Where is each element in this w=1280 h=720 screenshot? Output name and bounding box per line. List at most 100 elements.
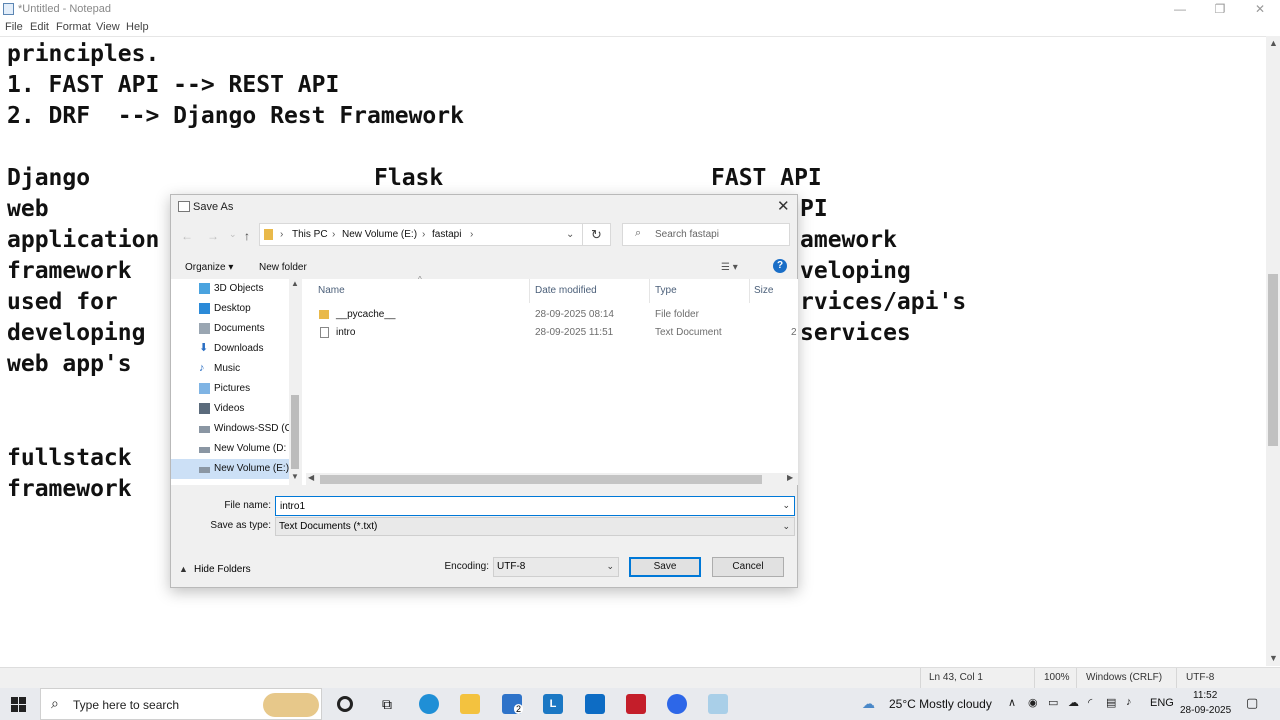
back-arrow-icon[interactable]: ← xyxy=(181,229,193,243)
dialog-close-icon[interactable]: ✕ xyxy=(777,197,790,215)
breadcrumb-this-pc[interactable]: This PC xyxy=(292,229,328,240)
nav-item-windows-ssd[interactable]: Windows-SSD (C xyxy=(171,419,290,439)
documents-icon xyxy=(199,323,210,334)
editor-line: developing xyxy=(7,320,146,346)
address-dropdown-icon[interactable]: ⌄ xyxy=(566,229,574,240)
network-icon[interactable]: ▤ xyxy=(1106,696,1116,709)
outlook-icon[interactable] xyxy=(585,694,605,714)
notification-icon[interactable]: ▢ xyxy=(1246,695,1258,711)
file-row[interactable]: intro 28-09-2025 11:51 Text Document 2 xyxy=(302,324,798,342)
file-name-input[interactable] xyxy=(276,497,766,515)
column-name[interactable]: Name xyxy=(318,285,345,296)
refresh-icon[interactable]: ↻ xyxy=(583,223,611,246)
weather-text[interactable]: 25°C Mostly cloudy xyxy=(889,697,992,711)
nav-item-desktop[interactable]: Desktop xyxy=(171,299,289,319)
mcafee-icon[interactable] xyxy=(626,694,646,714)
menu-format[interactable]: Format xyxy=(56,21,91,33)
wifi-icon[interactable]: ◜ xyxy=(1088,696,1092,709)
search-icon: ⌕ xyxy=(635,227,642,239)
restore-button[interactable]: ❐ xyxy=(1200,2,1240,18)
forward-arrow-icon[interactable]: → xyxy=(207,229,219,243)
nav-item-pictures[interactable]: Pictures xyxy=(171,379,289,399)
nav-item-volume-e[interactable]: New Volume (E:) xyxy=(171,459,289,479)
chevron-down-icon[interactable]: ⌄ xyxy=(782,500,790,511)
task-view-icon[interactable]: ⧉ xyxy=(377,694,397,714)
breadcrumb-fastapi[interactable]: fastapi xyxy=(432,229,461,240)
edge-icon[interactable] xyxy=(419,694,439,714)
breadcrumb-volume-e[interactable]: New Volume (E:) xyxy=(342,229,417,240)
editor-line: principles. xyxy=(7,41,160,67)
lens-app-icon[interactable]: L xyxy=(543,694,563,714)
language-indicator[interactable]: ENG xyxy=(1150,697,1174,709)
menu-view[interactable]: View xyxy=(96,21,120,33)
help-icon[interactable]: ? xyxy=(773,259,787,273)
minimize-button[interactable]: — xyxy=(1160,2,1200,18)
encoding-select[interactable]: UTF-8 ⌄ xyxy=(493,557,619,577)
menu-file[interactable]: File xyxy=(5,21,23,33)
hide-folders-button[interactable]: ▲ Hide Folders xyxy=(179,563,251,575)
save-button[interactable]: Save xyxy=(629,557,701,577)
nav-item-3d-objects[interactable]: 3D Objects xyxy=(171,279,289,299)
nav-item-label: Videos xyxy=(214,403,245,414)
weather-icon: ☁ xyxy=(862,696,875,711)
column-type[interactable]: Type xyxy=(655,285,677,296)
nav-item-label: Pictures xyxy=(214,383,251,394)
menu-help[interactable]: Help xyxy=(126,21,149,33)
zoom-app-icon[interactable] xyxy=(667,694,687,714)
scroll-thumb[interactable] xyxy=(1268,274,1278,446)
windows-start-icon[interactable] xyxy=(11,697,26,712)
nav-item-volume-d[interactable]: New Volume (D: xyxy=(171,439,289,459)
menu-edit[interactable]: Edit xyxy=(30,21,49,33)
file-list-horizontal-scrollbar[interactable]: ◀ ▶ xyxy=(306,473,798,485)
file-list: Name ^ Date modified Type Size __pycache… xyxy=(302,275,798,485)
nav-item-documents[interactable]: Documents xyxy=(171,319,289,339)
record-icon[interactable]: ◉ xyxy=(1028,696,1038,709)
scroll-up-icon[interactable]: ▲ xyxy=(291,279,299,288)
nav-item-downloads[interactable]: ⬇ Downloads xyxy=(171,339,289,359)
organize-button[interactable]: Organize ▾ xyxy=(185,262,233,273)
pictures-icon xyxy=(199,383,210,394)
folder-search-placeholder: Search fastapi xyxy=(655,229,719,240)
downloads-icon: ⬇ xyxy=(199,342,209,354)
nav-scrollbar[interactable]: ▲ ▼ xyxy=(289,279,301,485)
file-row[interactable]: __pycache__ 28-09-2025 08:14 File folder xyxy=(302,306,798,324)
clock-time[interactable]: 11:52 xyxy=(1193,690,1217,701)
file-name-field[interactable]: ⌄ xyxy=(275,496,795,516)
cancel-button[interactable]: Cancel xyxy=(712,557,784,577)
column-date-modified[interactable]: Date modified xyxy=(535,285,597,296)
scroll-down-icon[interactable]: ▼ xyxy=(1269,653,1278,663)
editor-vertical-scrollbar[interactable]: ▲ ▼ xyxy=(1266,36,1280,666)
chevron-down-icon[interactable]: ⌄ xyxy=(606,561,614,572)
close-window-button[interactable]: ✕ xyxy=(1240,2,1280,18)
battery-icon[interactable]: ▭ xyxy=(1048,696,1058,709)
view-options-icon[interactable]: ☰ ▾ xyxy=(721,262,738,273)
column-size[interactable]: Size xyxy=(754,285,773,296)
recent-dropdown-icon[interactable]: ⌄ xyxy=(229,229,237,240)
notepad-taskbar-icon[interactable] xyxy=(708,694,728,714)
breadcrumb-chevron-icon: › xyxy=(470,229,474,240)
status-encoding: UTF-8 xyxy=(1186,672,1215,683)
onedrive-icon[interactable]: ☁ xyxy=(1068,696,1079,709)
hide-folders-label: Hide Folders xyxy=(193,564,251,575)
chevron-up-icon[interactable]: ∧ xyxy=(1008,696,1016,709)
nav-scroll-thumb[interactable] xyxy=(291,395,299,469)
cortana-icon[interactable] xyxy=(337,696,353,712)
clock-date[interactable]: 28-09-2025 xyxy=(1180,705,1231,716)
mail-icon[interactable]: 2 xyxy=(502,694,524,714)
chevron-down-icon[interactable]: ⌄ xyxy=(782,521,790,532)
taskbar-search[interactable]: ⌕ Type here to search xyxy=(40,688,322,720)
scroll-up-icon[interactable]: ▲ xyxy=(1269,38,1278,48)
hscroll-thumb[interactable] xyxy=(320,475,762,484)
scroll-left-icon[interactable]: ◀ xyxy=(308,473,314,482)
scroll-down-icon[interactable]: ▼ xyxy=(291,472,299,481)
save-type-select[interactable]: Text Documents (*.txt) ⌄ xyxy=(275,517,795,536)
nav-item-videos[interactable]: Videos xyxy=(171,399,289,419)
nav-item-music[interactable]: ♪ Music xyxy=(171,359,289,379)
address-bar[interactable]: › This PC › New Volume (E:) › fastapi › … xyxy=(259,223,583,246)
file-explorer-icon[interactable] xyxy=(460,694,480,714)
new-folder-button[interactable]: New folder xyxy=(259,262,307,273)
volume-icon[interactable]: ♪ xyxy=(1126,696,1132,708)
folder-search-input[interactable]: ⌕ Search fastapi xyxy=(622,223,790,246)
scroll-right-icon[interactable]: ▶ xyxy=(787,473,793,482)
up-arrow-icon[interactable]: ↑ xyxy=(244,229,250,243)
